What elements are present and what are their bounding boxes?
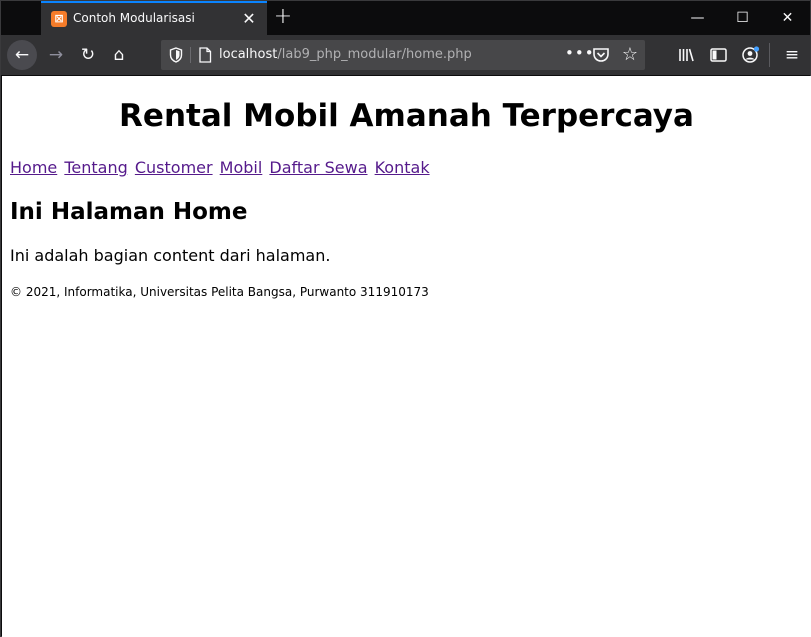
maximize-button[interactable]: ☐ bbox=[720, 1, 765, 35]
back-button[interactable]: ← bbox=[7, 40, 37, 70]
reload-button[interactable]: ↻ bbox=[73, 40, 103, 70]
site-title: Rental Mobil Amanah Terpercaya bbox=[119, 98, 694, 134]
home-button[interactable]: ⌂ bbox=[104, 40, 134, 70]
footer-text: © 2021, Informatika, Universitas Pelita … bbox=[10, 285, 429, 299]
library-icon[interactable] bbox=[671, 40, 701, 70]
navigation-toolbar: ← → ↻ ⌂ localhost/lab9_php_modular/home.… bbox=[1, 35, 810, 75]
shield-icon[interactable] bbox=[169, 47, 183, 63]
page-heading: Ini Halaman Home bbox=[10, 199, 248, 225]
page-viewport: Rental Mobil Amanah Terpercaya Home Tent… bbox=[2, 76, 811, 637]
url-separator bbox=[190, 47, 191, 63]
close-tab-icon[interactable]: ✕ bbox=[239, 9, 259, 29]
pocket-icon[interactable] bbox=[591, 45, 611, 65]
nav-link-tentang[interactable]: Tentang bbox=[64, 158, 127, 177]
sidebar-glyph bbox=[710, 48, 727, 62]
toolbar-separator bbox=[769, 43, 770, 67]
hamburger-menu-icon[interactable]: ≡ bbox=[777, 40, 807, 70]
forward-button[interactable]: → bbox=[41, 40, 71, 70]
url-bar[interactable]: localhost/lab9_php_modular/home.php ••• … bbox=[161, 40, 645, 70]
xampp-icon: ⊠ bbox=[51, 11, 67, 27]
nav-link-customer[interactable]: Customer bbox=[135, 158, 213, 177]
nav-link-mobil[interactable]: Mobil bbox=[220, 158, 263, 177]
account-glyph bbox=[742, 46, 760, 63]
nav-link-daftar-sewa[interactable]: Daftar Sewa bbox=[269, 158, 367, 177]
main-nav: Home Tentang Customer Mobil Daftar Sewa … bbox=[10, 158, 432, 177]
tab-active[interactable]: ⊠ Contoh Modularisasi ✕ bbox=[41, 1, 267, 35]
account-icon[interactable] bbox=[735, 40, 765, 70]
url-text[interactable]: localhost/lab9_php_modular/home.php bbox=[219, 47, 472, 62]
new-tab-button[interactable]: + bbox=[271, 6, 295, 30]
tab-strip: ⊠ Contoh Modularisasi ✕ + — ☐ ✕ bbox=[1, 1, 810, 35]
nav-link-home[interactable]: Home bbox=[10, 158, 57, 177]
library-glyph bbox=[679, 48, 694, 62]
sidebar-icon[interactable] bbox=[703, 40, 733, 70]
bookmark-star-icon[interactable]: ☆ bbox=[619, 43, 641, 67]
nav-link-kontak[interactable]: Kontak bbox=[375, 158, 430, 177]
minimize-button[interactable]: — bbox=[675, 1, 720, 35]
close-window-button[interactable]: ✕ bbox=[765, 1, 810, 35]
content-text: Ini adalah bagian content dari halaman. bbox=[10, 246, 331, 265]
browser-window: ⊠ Contoh Modularisasi ✕ + — ☐ ✕ ← → ↻ ⌂ … bbox=[0, 0, 811, 637]
page-icon[interactable] bbox=[198, 47, 212, 63]
tab-title: Contoh Modularisasi bbox=[73, 11, 195, 25]
url-host: localhost bbox=[219, 47, 278, 62]
url-path: /lab9_php_modular/home.php bbox=[277, 47, 472, 62]
page-actions-icon[interactable]: ••• bbox=[565, 42, 594, 68]
